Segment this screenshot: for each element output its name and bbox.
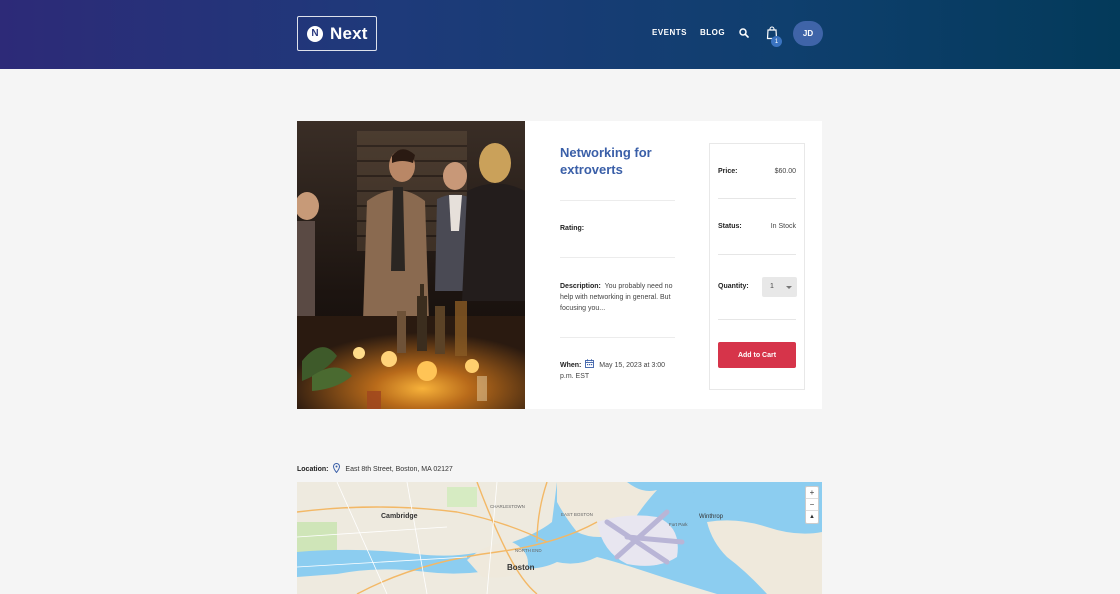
divider — [560, 337, 675, 338]
nav-events[interactable]: EVENTS — [652, 28, 687, 37]
map-canvas[interactable]: Cambridge Boston Winthrop CHARLESTOWN EA… — [297, 482, 822, 594]
divider — [718, 319, 796, 320]
location-label: Location: — [297, 466, 329, 473]
divider — [560, 200, 675, 201]
price-label: Price: — [718, 168, 738, 175]
map-label-charlestown: CHARLESTOWN — [490, 504, 525, 509]
reset-north-button[interactable]: ▲ — [806, 511, 818, 523]
quantity-value: 1 — [770, 283, 774, 290]
divider — [718, 198, 796, 199]
logo-text: Next — [330, 23, 368, 43]
calendar-icon — [585, 359, 595, 368]
map-label-boston: Boston — [507, 563, 535, 572]
search-icon[interactable] — [739, 28, 749, 38]
map[interactable]: Cambridge Boston Winthrop CHARLESTOWN EA… — [297, 482, 822, 594]
map-label-cambridge: Cambridge — [381, 513, 418, 520]
logo[interactable]: N Next — [297, 16, 377, 51]
event-description: Description: You probably need no help w… — [560, 281, 678, 314]
zoom-out-button[interactable]: − — [806, 499, 818, 511]
event-when: When: May 15, 2023 at 3:00 p.m. EST — [560, 359, 678, 382]
location: Location: East 8th Street, Boston, MA 02… — [297, 463, 453, 473]
quantity-label: Quantity: — [718, 283, 749, 290]
map-pin-icon — [333, 463, 341, 473]
site-header: N Next EVENTS BLOG 1 JD — [0, 0, 1120, 69]
map-label-east-boston: EAST BOSTON — [561, 512, 593, 517]
divider — [560, 257, 675, 258]
rating: Rating: — [560, 225, 584, 232]
event-title: Networking for extroverts — [560, 145, 652, 177]
logo-mark-icon: N — [307, 25, 323, 42]
map-label-fort-park: Fort Park — [669, 522, 688, 527]
purchase-box: Price: $60.00 Status: In Stock Quantity:… — [709, 143, 805, 390]
when-label: When: — [560, 362, 582, 369]
map-label-north-end: NORTH END — [515, 548, 542, 553]
status-value: In Stock — [770, 223, 796, 230]
add-to-cart-button[interactable]: Add to Cart — [718, 342, 796, 368]
status-row: Status: In Stock — [718, 223, 796, 230]
description-label: Description: — [560, 283, 601, 290]
rating-label: Rating: — [560, 225, 585, 232]
status-label: Status: — [718, 223, 742, 230]
event-photo-image — [297, 121, 525, 409]
avatar[interactable]: JD — [793, 21, 823, 46]
map-label-winthrop: Winthrop — [699, 514, 724, 520]
quantity-select[interactable]: 1 — [762, 277, 797, 297]
cart-count-badge: 1 — [771, 36, 782, 47]
divider — [718, 254, 796, 255]
price-row: Price: $60.00 — [718, 168, 796, 175]
nav-blog[interactable]: BLOG — [700, 28, 725, 37]
price-value: $60.00 — [774, 168, 796, 175]
map-zoom-controls: + − ▲ — [805, 486, 819, 524]
chevron-down-icon — [786, 286, 792, 289]
zoom-in-button[interactable]: + — [806, 487, 818, 499]
event-card: Networking for extroverts Rating: Descri… — [297, 121, 822, 409]
event-photo — [297, 121, 525, 409]
location-address: East 8th Street, Boston, MA 02127 — [345, 466, 453, 473]
